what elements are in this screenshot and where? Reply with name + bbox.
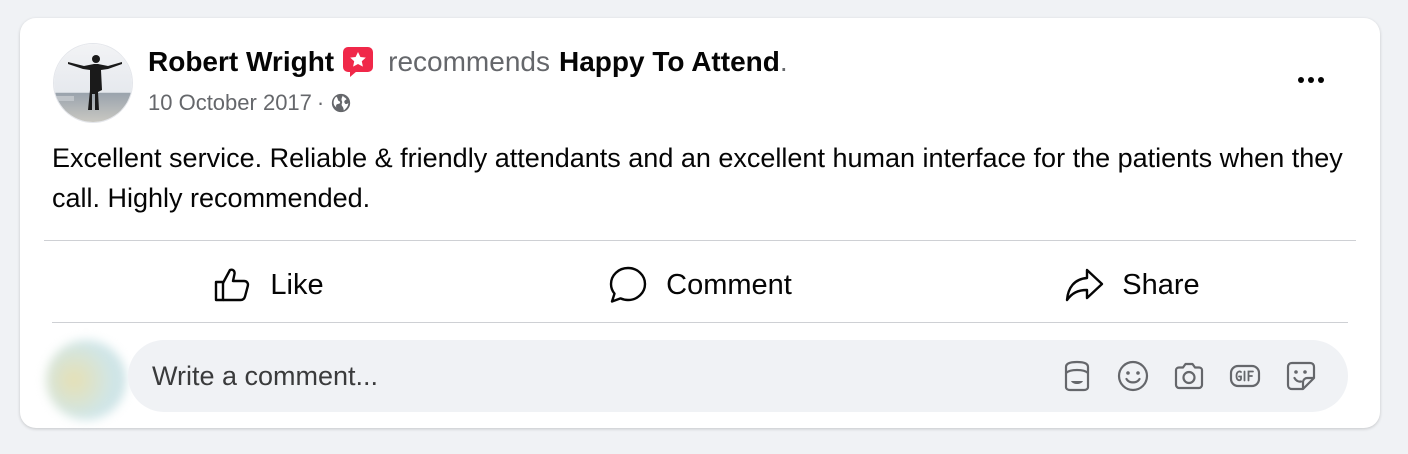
post-header: Robert Wright recommends Happy To Attend… [148,44,788,80]
sticker-button[interactable] [1284,359,1318,393]
comment-button[interactable]: Comment [484,250,916,320]
sticker-icon [1286,361,1316,391]
recommendation-icon [342,46,374,78]
divider-top [44,240,1356,241]
gif-button[interactable] [1228,359,1262,393]
commenter-avatar[interactable] [46,340,126,420]
post-meta: 10 October 2017 · [148,88,352,118]
meta-separator: · [316,90,325,115]
post-actions: Like Comment Share [52,250,1348,320]
emoji-button[interactable] [1116,359,1150,393]
thumbs-up-icon [215,268,250,302]
post-text: Excellent service. Reliable & friendly a… [52,143,1343,213]
comment-bubble-icon [609,266,647,303]
share-label: Share [1122,268,1200,301]
emoji-icon [1117,360,1149,392]
more-dot-icon [1308,77,1314,83]
share-arrow-icon [1066,268,1104,302]
more-options-button[interactable] [1291,70,1331,90]
header-period: . [779,46,788,77]
avatar-sticker-icon [1064,360,1090,392]
photo-button[interactable] [1172,359,1206,393]
like-button[interactable]: Like [52,250,484,320]
comment-input[interactable] [128,345,1060,407]
camera-icon [1174,362,1204,390]
post-card: Robert Wright recommends Happy To Attend… [20,18,1380,428]
comment-tools [1060,359,1318,393]
comment-box [128,340,1348,412]
page-name-link[interactable]: Happy To Attend [559,46,780,78]
share-button[interactable]: Share [916,250,1348,320]
like-label: Like [270,268,324,301]
author-avatar[interactable] [53,43,133,123]
gif-icon [1229,364,1261,388]
post-date-link[interactable]: 10 October 2017 [148,90,312,116]
author-name[interactable]: Robert Wright [148,46,334,78]
recommends-text: recommends [388,46,550,77]
comment-label: Comment [666,268,792,301]
more-dot-icon [1318,77,1324,83]
avatar-sticker-button[interactable] [1060,359,1094,393]
globe-icon[interactable] [330,92,352,114]
divider-bottom [52,322,1348,323]
more-dot-icon [1298,77,1304,83]
